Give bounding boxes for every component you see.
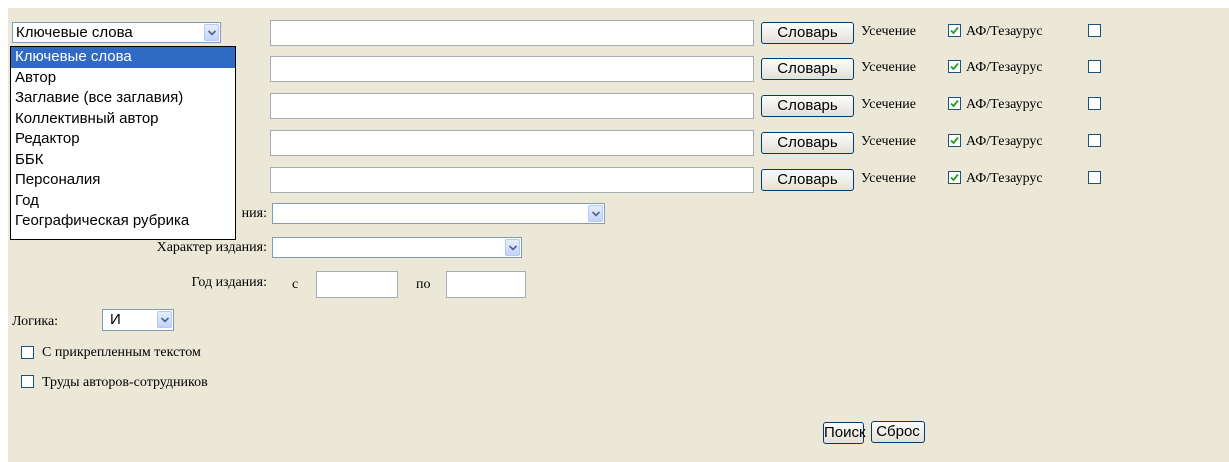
thesaurus-label: АФ/Тезаурус <box>966 171 1043 186</box>
year-from-input[interactable] <box>316 271 398 298</box>
dictionary-button[interactable]: Словарь <box>761 95 854 117</box>
dropdown-option[interactable]: Заглавие (все заглавия) <box>11 88 235 109</box>
truncation-label: Усечение <box>861 171 916 186</box>
thesaurus-checkbox[interactable] <box>1088 24 1101 37</box>
year-to-input[interactable] <box>446 271 526 298</box>
chevron-down-icon[interactable] <box>204 24 219 41</box>
staff-works-checkbox[interactable] <box>21 375 34 388</box>
publication-type-select[interactable] <box>272 203 605 224</box>
year-label: Год издания: <box>191 275 267 290</box>
year-from-label: с <box>292 277 299 292</box>
search-term-input[interactable] <box>270 130 754 156</box>
search-term-input[interactable] <box>270 56 754 82</box>
thesaurus-checkbox[interactable] <box>1088 171 1101 184</box>
dropdown-option[interactable]: Коллективный автор <box>11 109 235 130</box>
truncation-checkbox[interactable] <box>948 97 961 110</box>
thesaurus-checkbox[interactable] <box>1088 97 1101 110</box>
truncation-checkbox[interactable] <box>948 60 961 73</box>
thesaurus-label: АФ/Тезаурус <box>966 24 1043 39</box>
truncation-label: Усечение <box>861 60 916 75</box>
logic-select[interactable]: И <box>102 309 174 331</box>
dropdown-option[interactable]: Персоналия <box>11 170 235 191</box>
attached-text-checkbox[interactable] <box>21 346 34 359</box>
reset-button[interactable]: Сброс <box>871 421 925 443</box>
attached-text-label: С прикрепленным текстом <box>42 345 201 360</box>
truncation-label: Усечение <box>861 134 916 149</box>
dropdown-option[interactable]: Ключевые слова <box>11 47 235 68</box>
thesaurus-label: АФ/Тезаурус <box>966 97 1043 112</box>
search-term-input[interactable] <box>270 93 754 119</box>
logic-label: Логика: <box>12 314 59 329</box>
search-button[interactable]: Поиск <box>823 422 866 444</box>
dropdown-option[interactable]: Автор <box>11 68 235 89</box>
truncation-checkbox[interactable] <box>948 134 961 147</box>
dropdown-option[interactable]: Редактор <box>11 129 235 150</box>
search-term-input[interactable] <box>270 20 754 46</box>
thesaurus-checkbox[interactable] <box>1088 60 1101 73</box>
truncation-label: Усечение <box>861 24 916 39</box>
dictionary-button[interactable]: Словарь <box>761 58 854 80</box>
chevron-down-icon[interactable] <box>157 311 172 328</box>
publication-character-label: Характер издания: <box>156 240 267 255</box>
dropdown-option[interactable]: Год <box>11 191 235 212</box>
dictionary-button[interactable]: Словарь <box>761 169 854 191</box>
field-type-dropdown-list[interactable]: Ключевые слова Автор Заглавие (все заглави… <box>10 46 236 240</box>
publication-character-select[interactable] <box>272 237 522 258</box>
dropdown-option[interactable]: Географическая рубрика <box>11 211 235 232</box>
chevron-down-icon[interactable] <box>588 205 603 222</box>
chevron-down-icon[interactable] <box>505 239 520 256</box>
truncation-checkbox[interactable] <box>948 171 961 184</box>
thesaurus-checkbox[interactable] <box>1088 134 1101 147</box>
truncation-checkbox[interactable] <box>948 24 961 37</box>
dropdown-option[interactable]: ББК <box>11 150 235 171</box>
year-to-label: по <box>416 277 431 292</box>
truncation-label: Усечение <box>861 97 916 112</box>
thesaurus-label: АФ/Тезаурус <box>966 134 1043 149</box>
dictionary-button[interactable]: Словарь <box>761 22 854 44</box>
field-type-select[interactable]: Ключевые слова <box>12 22 221 43</box>
search-term-input[interactable] <box>270 167 754 193</box>
logic-select-value: И <box>110 311 121 328</box>
thesaurus-label: АФ/Тезаурус <box>966 60 1043 75</box>
dictionary-button[interactable]: Словарь <box>761 132 854 154</box>
field-type-select-value: Ключевые слова <box>16 24 133 41</box>
staff-works-label: Труды авторов-сотрудников <box>42 375 208 390</box>
